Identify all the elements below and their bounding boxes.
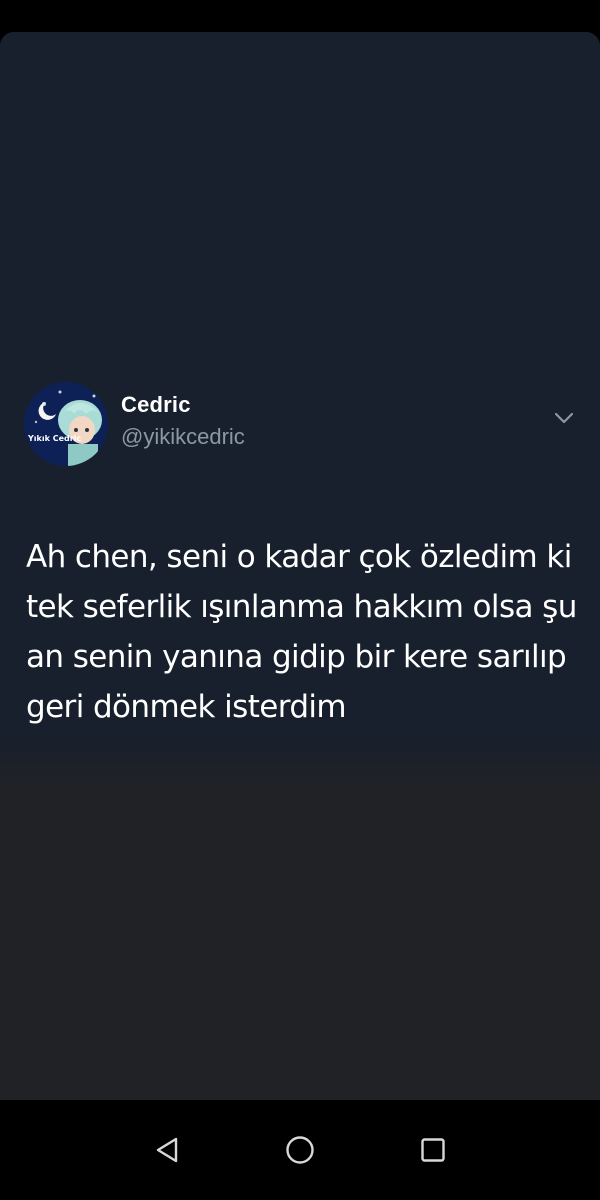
back-triangle-icon[interactable]: [147, 1130, 187, 1170]
tweet-header: Yıkık Cedric Cedric @yikikcedric: [24, 382, 580, 468]
user-handle[interactable]: @yikikcedric: [121, 424, 245, 450]
tweet-text-line: tek seferlik ışınlanma hakkım olsa şu: [26, 589, 577, 625]
card-fade: [0, 732, 600, 792]
tweet-text-line: geri dönmek isterdim: [26, 689, 347, 725]
avatar[interactable]: Yıkık Cedric: [24, 382, 108, 466]
avatar-illustration-icon: [24, 382, 108, 466]
tweet-text-line: an senin yanına gidip bir kere sarılıp: [26, 639, 567, 675]
tweet-text: Ah chen, seni o kadar çok özledim ki tek…: [26, 532, 582, 732]
recents-square-icon[interactable]: [413, 1130, 453, 1170]
tweet-text-line: Ah chen, seni o kadar çok özledim ki: [26, 539, 572, 575]
app-surface: Yıkık Cedric Cedric @yikikcedric Ah chen…: [0, 32, 600, 1100]
system-navigation-bar: [0, 1100, 600, 1200]
display-name[interactable]: Cedric: [121, 392, 191, 418]
avatar-label: Yıkık Cedric: [28, 434, 82, 443]
chevron-down-icon[interactable]: [550, 404, 578, 432]
home-circle-icon[interactable]: [280, 1130, 320, 1170]
phone-screen: Yıkık Cedric Cedric @yikikcedric Ah chen…: [0, 0, 600, 1200]
